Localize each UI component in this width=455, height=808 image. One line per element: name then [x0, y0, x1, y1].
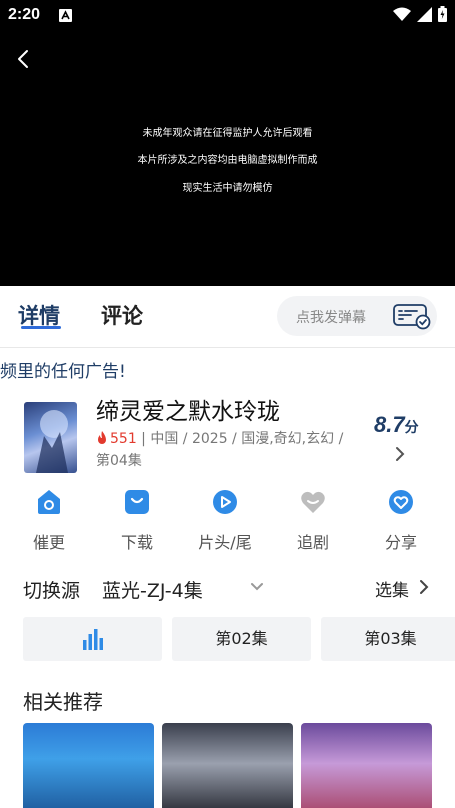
tab-comment[interactable]: 评论	[101, 300, 143, 330]
play-icon	[213, 490, 237, 514]
urge-update-button[interactable]: 催更	[9, 487, 89, 553]
intro-outro-button[interactable]: 片头/尾	[185, 487, 265, 553]
download-label: 下载	[120, 533, 153, 552]
house-icon	[38, 490, 60, 514]
recommend-card[interactable]	[23, 723, 154, 808]
danmu-input[interactable]: 点我发弹幕	[277, 296, 437, 336]
chevron-down-icon[interactable]	[249, 580, 265, 594]
episode-row: 第02集 第03集	[0, 617, 455, 661]
recommend-card[interactable]	[162, 723, 293, 808]
battery-icon	[438, 6, 447, 22]
system-icons	[393, 6, 447, 22]
notification-icon	[59, 9, 72, 22]
urge-update-label: 催更	[32, 533, 65, 552]
share-label: 分享	[384, 533, 417, 552]
follow-label: 追剧	[296, 533, 329, 552]
tab-bar: 详情 评论 点我发弹幕	[0, 286, 455, 348]
episode-button[interactable]: 第02集	[172, 617, 311, 661]
share-icon	[389, 490, 413, 514]
show-title: 缔灵爱之默水玲珑	[96, 398, 280, 424]
video-player[interactable]: 2:20 未成年观众请在征得监护人允许后观看 本片所涉及之内容均由电脑虚拟制作而…	[0, 0, 455, 286]
show-meta: 551 | 中国 / 2025 / 国漫,奇幻,玄幻 / 第04集	[96, 428, 346, 472]
score-value: 8.7	[374, 412, 405, 437]
recommend-title: 相关推荐	[23, 690, 103, 714]
download-button[interactable]: 下载	[97, 487, 177, 553]
status-bar: 2:20	[0, 0, 455, 30]
active-tab-indicator	[21, 326, 61, 329]
virtual-notice-line: 本片所涉及之内容均由电脑虚拟制作而成	[137, 155, 318, 166]
source-switcher: 切换源 蓝光-ZJ-4集 选集	[0, 570, 455, 606]
fire-icon	[98, 431, 106, 444]
chevron-right-icon[interactable]	[418, 578, 430, 596]
imitation-notice-line: 现实生活中请勿模仿	[182, 183, 273, 194]
share-button[interactable]: 分享	[361, 487, 441, 553]
recommend-card[interactable]	[301, 723, 432, 808]
status-time: 2:20	[8, 6, 41, 23]
source-select[interactable]: 蓝光-ZJ-4集	[102, 576, 203, 603]
intro-outro-label: 片头/尾	[198, 533, 252, 552]
episode-select-link[interactable]: 选集	[375, 576, 409, 601]
show-poster[interactable]	[24, 402, 77, 473]
show-score: 8.7分	[374, 412, 419, 438]
follow-button[interactable]: 追剧	[273, 487, 353, 553]
signal-icon	[417, 6, 432, 22]
poster-art	[36, 410, 68, 473]
now-playing-bars-icon	[83, 629, 103, 650]
heart-icon	[301, 491, 325, 513]
back-arrow-icon[interactable]	[13, 47, 35, 71]
scrolling-notice: 频里的任何广告!	[0, 362, 126, 382]
danmu-placeholder: 点我发弹幕	[296, 310, 366, 326]
show-details-chevron-icon[interactable]	[393, 444, 407, 464]
age-notice-line: 未成年观众请在征得监护人允许后观看	[142, 128, 313, 139]
source-label: 切换源	[23, 580, 81, 602]
score-unit: 分	[404, 419, 419, 435]
wifi-icon	[393, 7, 411, 21]
action-row: 催更 下载 片头/尾 追剧 分享	[0, 487, 455, 557]
danmu-settings-icon[interactable]	[393, 302, 431, 330]
heat-count: 551	[110, 431, 137, 447]
episode-playing-button[interactable]	[23, 617, 162, 661]
episode-button[interactable]: 第03集	[321, 617, 455, 661]
download-icon	[125, 490, 149, 514]
